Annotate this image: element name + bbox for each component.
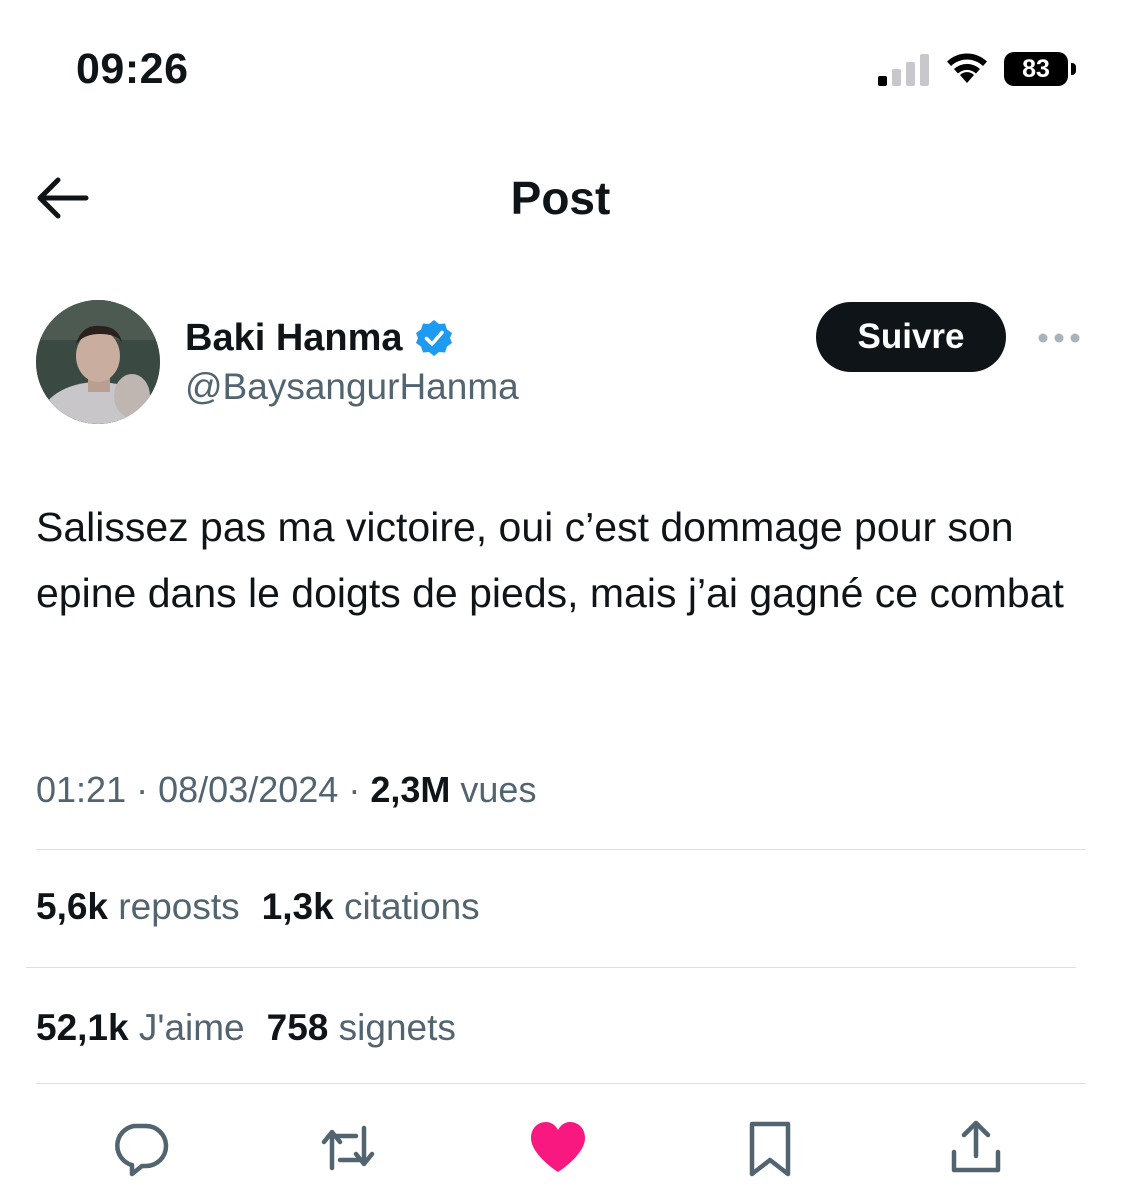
tweet-text: Salissez pas ma victoire, oui c’est domm… [36,504,1064,616]
divider [36,849,1086,850]
likes-stat[interactable]: 52,1k J'aime [36,1007,245,1048]
repost-icon[interactable] [318,1118,378,1178]
reposts-label: reposts [118,886,240,927]
author-name[interactable]: Baki Hanma [185,315,403,361]
verified-badge-icon[interactable] [415,319,453,357]
reply-icon[interactable] [110,1118,170,1178]
heart-icon[interactable] [528,1118,588,1178]
bookmark-icon[interactable] [740,1118,800,1178]
bookmarks-count: 758 [266,1007,329,1048]
quotes-stat[interactable]: 1,3k citations [262,886,480,927]
avatar-photo [36,300,160,424]
views-count[interactable]: 2,3M [370,769,450,810]
battery-nub [1071,63,1076,75]
follow-button[interactable]: Suivre [816,302,1006,372]
meta-separator: · [136,769,149,810]
wifi-icon [947,53,987,83]
tweet-time[interactable]: 01:21 [36,769,126,810]
tweet-meta: 01:21 · 08/03/2024 · 2,3M vues [36,766,536,814]
bookmarks-stat[interactable]: 758 signets [267,1007,456,1048]
meta-separator: · [348,769,361,810]
reposts-count: 5,6k [36,886,109,927]
author-name-row: Baki Hanma [185,314,453,362]
divider [26,967,1076,968]
stats-row-reposts: 5,6k reposts 1,3k citations [36,882,480,932]
quotes-label: citations [343,886,480,927]
likes-label: J'aime [138,1007,245,1048]
divider [36,1083,1086,1084]
quotes-count: 1,3k [261,886,334,927]
page-title: Post [510,172,611,224]
more-horizontal-icon[interactable] [1036,326,1082,350]
signal-icon [878,54,929,86]
stats-row-likes: 52,1k J'aime 758 signets [36,1003,456,1053]
status-time: 09:26 [76,45,189,93]
battery-level: 83 [1004,52,1068,86]
views-label: vues [460,769,537,810]
share-icon[interactable] [946,1118,1006,1178]
reposts-stat[interactable]: 5,6k reposts [36,886,240,927]
likes-count: 52,1k [36,1007,129,1048]
author-handle[interactable]: @BaysangurHanma [185,364,519,410]
tweet-date[interactable]: 08/03/2024 [158,769,338,810]
avatar[interactable] [36,300,160,424]
bookmarks-label: signets [338,1007,456,1048]
battery-icon: 83 [1004,52,1078,88]
